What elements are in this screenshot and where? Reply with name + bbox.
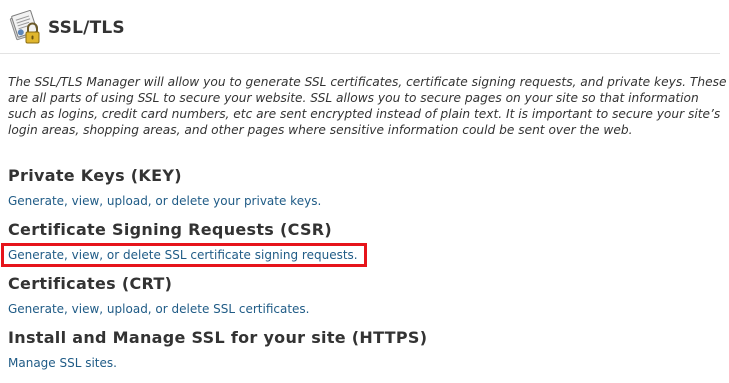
section-title-install-manage-ssl: Install and Manage SSL for your site (HT… bbox=[8, 328, 428, 347]
private-keys-link[interactable]: Generate, view, upload, or delete your p… bbox=[8, 194, 321, 208]
page-title: SSL/TLS bbox=[48, 18, 125, 38]
manage-ssl-sites-link[interactable]: Manage SSL sites. bbox=[8, 356, 117, 370]
section-title-certificates: Certificates (CRT) bbox=[8, 274, 173, 293]
page-header: SSL/TLS bbox=[8, 8, 125, 48]
section-title-private-keys: Private Keys (KEY) bbox=[8, 166, 182, 185]
intro-description: The SSL/TLS Manager will allow you to ge… bbox=[8, 75, 727, 137]
header-divider bbox=[0, 53, 720, 54]
highlight-box bbox=[1, 243, 367, 267]
section-title-csr: Certificate Signing Requests (CSR) bbox=[8, 220, 333, 239]
ssl-certificate-lock-icon bbox=[8, 9, 42, 46]
certificates-link[interactable]: Generate, view, upload, or delete SSL ce… bbox=[8, 302, 310, 316]
